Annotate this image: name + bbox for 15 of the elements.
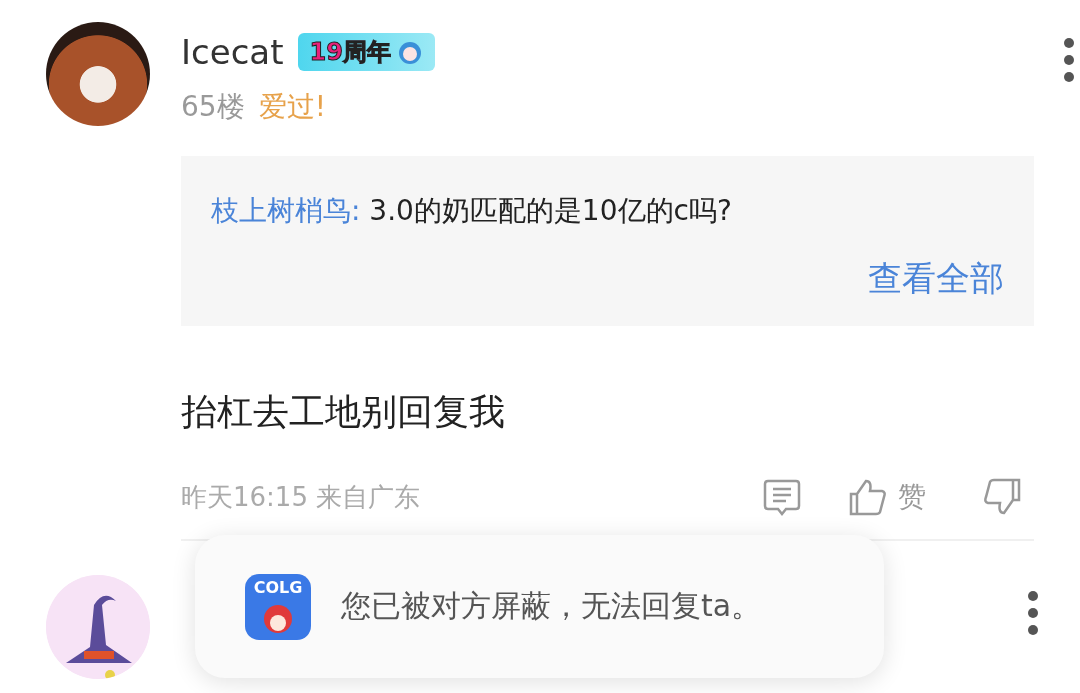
comment-icon[interactable] — [762, 477, 802, 517]
comment-text: 抬杠去工地别回复我 — [181, 390, 506, 434]
thumbs-down-icon[interactable] — [982, 477, 1022, 517]
floor-number: 65楼 — [181, 89, 245, 125]
post-time-location: 昨天16:15 来自广东 — [181, 480, 422, 514]
anniversary-badge: 19周年 — [297, 33, 435, 71]
username[interactable]: Icecat — [181, 32, 284, 72]
like-button[interactable]: 赞 — [848, 477, 926, 517]
app-icon: COLG — [245, 573, 311, 640]
quoted-reply-text: 枝上树梢鸟: 3.0的奶匹配的是10亿的c吗? — [211, 193, 733, 229]
more-options-icon[interactable] — [1064, 38, 1074, 82]
toast-message: 您已被对方屏蔽，无法回复ta。 — [341, 587, 762, 625]
user-title: 爱过! — [258, 89, 326, 125]
more-options-icon[interactable] — [1028, 591, 1038, 635]
view-all-link[interactable]: 查看全部 — [868, 256, 1004, 302]
